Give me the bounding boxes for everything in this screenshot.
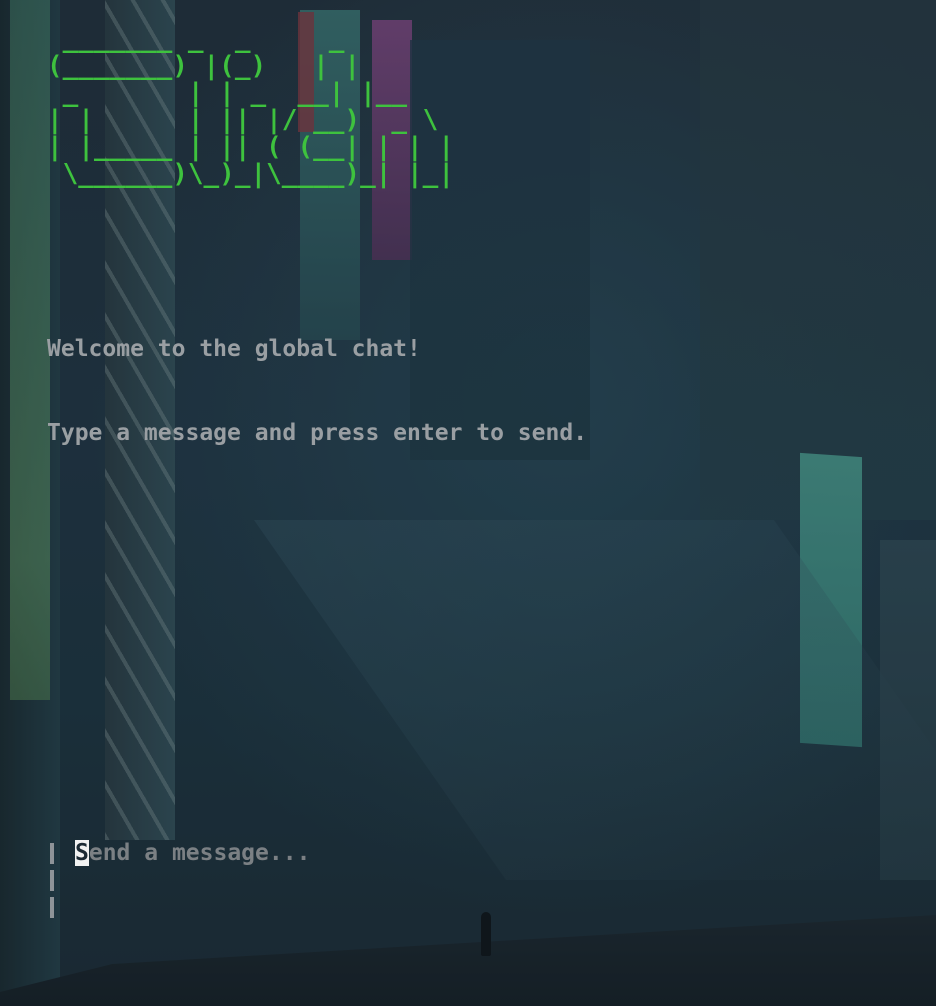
message-input-placeholder: end a message... bbox=[88, 840, 311, 866]
welcome-line-1: Welcome to the global chat! bbox=[47, 336, 421, 362]
text-cursor: S bbox=[75, 840, 89, 866]
welcome-message: Welcome to the global chat! Type a messa… bbox=[47, 279, 587, 503]
input-border-bar bbox=[50, 870, 54, 891]
input-line-1[interactable]: Send a message... bbox=[50, 840, 650, 867]
input-line-2[interactable] bbox=[50, 867, 650, 894]
app-logo-ascii: _______ _ _ _ (_______) |(_) | | _ | | _… bbox=[47, 24, 454, 189]
input-line-3[interactable] bbox=[50, 894, 650, 921]
welcome-line-2: Type a message and press enter to send. bbox=[47, 420, 588, 446]
message-input-area[interactable]: Send a message... bbox=[50, 840, 650, 921]
input-border-bar bbox=[50, 897, 54, 918]
message-input[interactable]: Send a message... bbox=[75, 840, 310, 867]
terminal-window: _______ _ _ _ (_______) |(_) | | _ | | _… bbox=[0, 0, 936, 1006]
input-border-bar bbox=[50, 843, 54, 864]
